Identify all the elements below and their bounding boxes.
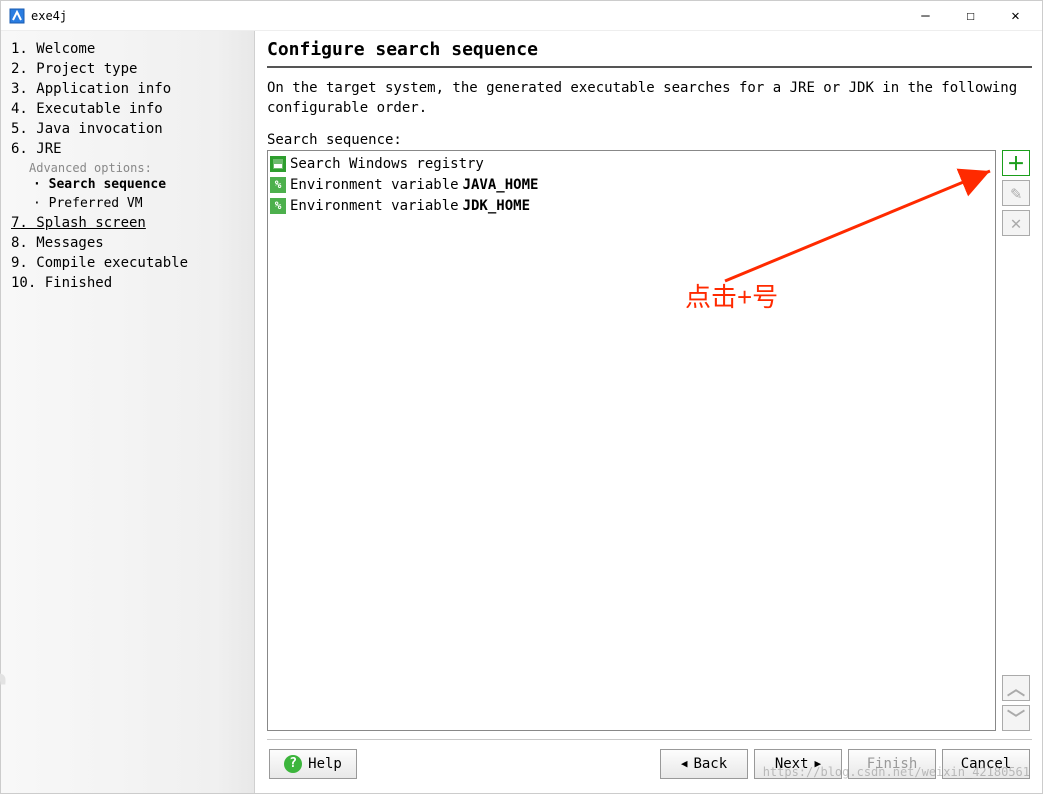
description: On the target system, the generated exec… bbox=[267, 78, 1032, 118]
step-messages[interactable]: 8. Messages bbox=[11, 233, 254, 253]
move-down-button[interactable]: ﹀ bbox=[1002, 705, 1030, 731]
chevron-up-icon: ︿ bbox=[1007, 675, 1025, 701]
percent-icon: % bbox=[270, 177, 286, 193]
step-splash-screen[interactable]: 7. Splash screen bbox=[11, 213, 254, 233]
back-label: Back bbox=[693, 756, 727, 772]
remove-button[interactable]: ✕ bbox=[1002, 210, 1030, 236]
help-icon: ? bbox=[284, 755, 302, 773]
maximize-button[interactable]: ☐ bbox=[948, 2, 993, 30]
registry-icon bbox=[270, 156, 286, 172]
step-jre[interactable]: 6. JRE bbox=[11, 139, 254, 159]
help-label: Help bbox=[308, 756, 342, 772]
back-button[interactable]: ◀ Back bbox=[660, 749, 748, 779]
list-item-text: Environment variable bbox=[290, 177, 459, 193]
page-title: Configure search sequence bbox=[267, 39, 1032, 68]
sequence-label: Search sequence: bbox=[267, 132, 1032, 148]
triangle-left-icon: ◀ bbox=[681, 757, 688, 770]
exe4j-logo: exe4j bbox=[0, 672, 7, 787]
search-sequence-list[interactable]: Search Windows registry % Environment va… bbox=[267, 150, 996, 731]
edit-button[interactable]: ✎ bbox=[1002, 180, 1030, 206]
substep-search-sequence[interactable]: · Search sequence bbox=[11, 175, 254, 194]
watermark: https://blog.csdn.net/weixin_42180561 bbox=[763, 765, 1030, 779]
list-item-bold: JDK_HOME bbox=[463, 198, 530, 214]
step-welcome[interactable]: 1. Welcome bbox=[11, 39, 254, 59]
substep-preferred-vm[interactable]: · Preferred VM bbox=[11, 194, 254, 213]
help-button[interactable]: ? Help bbox=[269, 749, 357, 779]
plus-icon: ＋ bbox=[1007, 150, 1025, 176]
x-icon: ✕ bbox=[1011, 213, 1022, 234]
step-compile-executable[interactable]: 9. Compile executable bbox=[11, 253, 254, 273]
close-button[interactable]: ✕ bbox=[993, 2, 1038, 30]
add-button[interactable]: ＋ bbox=[1002, 150, 1030, 176]
app-icon bbox=[9, 8, 25, 24]
step-java-invocation[interactable]: 5. Java invocation bbox=[11, 119, 254, 139]
step-application-info[interactable]: 3. Application info bbox=[11, 79, 254, 99]
list-item-text: Environment variable bbox=[290, 198, 459, 214]
step-project-type[interactable]: 2. Project type bbox=[11, 59, 254, 79]
list-item-bold: JAVA_HOME bbox=[463, 177, 539, 193]
step-finished[interactable]: 10. Finished bbox=[11, 273, 254, 293]
titlebar: exe4j — ☐ ✕ bbox=[1, 1, 1042, 31]
move-up-button[interactable]: ︿ bbox=[1002, 675, 1030, 701]
list-item[interactable]: % Environment variable JDK_HOME bbox=[270, 195, 993, 216]
main-panel: Configure search sequence On the target … bbox=[255, 31, 1042, 793]
list-item-text: Search Windows registry bbox=[290, 156, 484, 172]
list-item[interactable]: Search Windows registry bbox=[270, 153, 993, 174]
sidebar: 1. Welcome 2. Project type 3. Applicatio… bbox=[1, 31, 255, 793]
step-executable-info[interactable]: 4. Executable info bbox=[11, 99, 254, 119]
window-title: exe4j bbox=[31, 9, 67, 23]
chevron-down-icon: ﹀ bbox=[1007, 705, 1025, 731]
percent-icon: % bbox=[270, 198, 286, 214]
advanced-options-label: Advanced options: bbox=[11, 161, 254, 175]
list-item[interactable]: % Environment variable JAVA_HOME bbox=[270, 174, 993, 195]
minimize-button[interactable]: — bbox=[903, 2, 948, 30]
edit-icon: ✎ bbox=[1011, 183, 1022, 204]
